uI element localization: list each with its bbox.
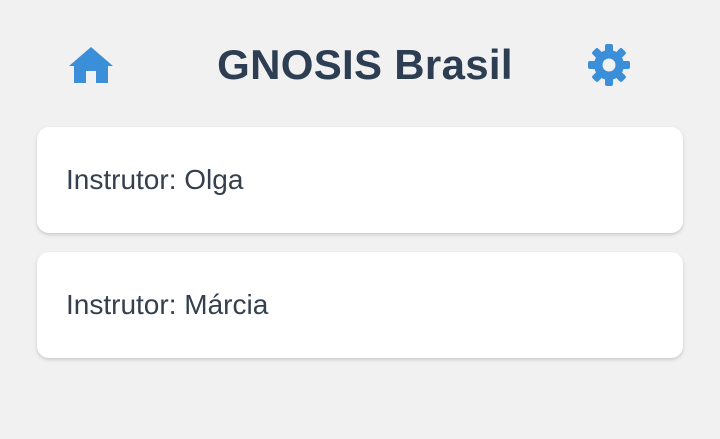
instructor-label: Instrutor: Olga: [66, 164, 244, 195]
instructor-card-marcia[interactable]: Instrutor: Márcia: [37, 252, 683, 358]
instructor-label: Instrutor: Márcia: [66, 289, 269, 320]
header-bar: GNOSIS Brasil: [0, 30, 720, 102]
gear-icon: [586, 42, 632, 88]
app-title: GNOSIS Brasil: [217, 41, 513, 88]
instructor-list: Instrutor: Olga Instrutor: Márcia: [37, 127, 683, 377]
app-screen: GNOSIS Brasil Instrutor: Olga Instrutor:…: [0, 0, 720, 439]
home-button[interactable]: [66, 40, 116, 90]
home-icon: [68, 45, 114, 85]
settings-button[interactable]: [584, 40, 634, 90]
instructor-card-olga[interactable]: Instrutor: Olga: [37, 127, 683, 233]
